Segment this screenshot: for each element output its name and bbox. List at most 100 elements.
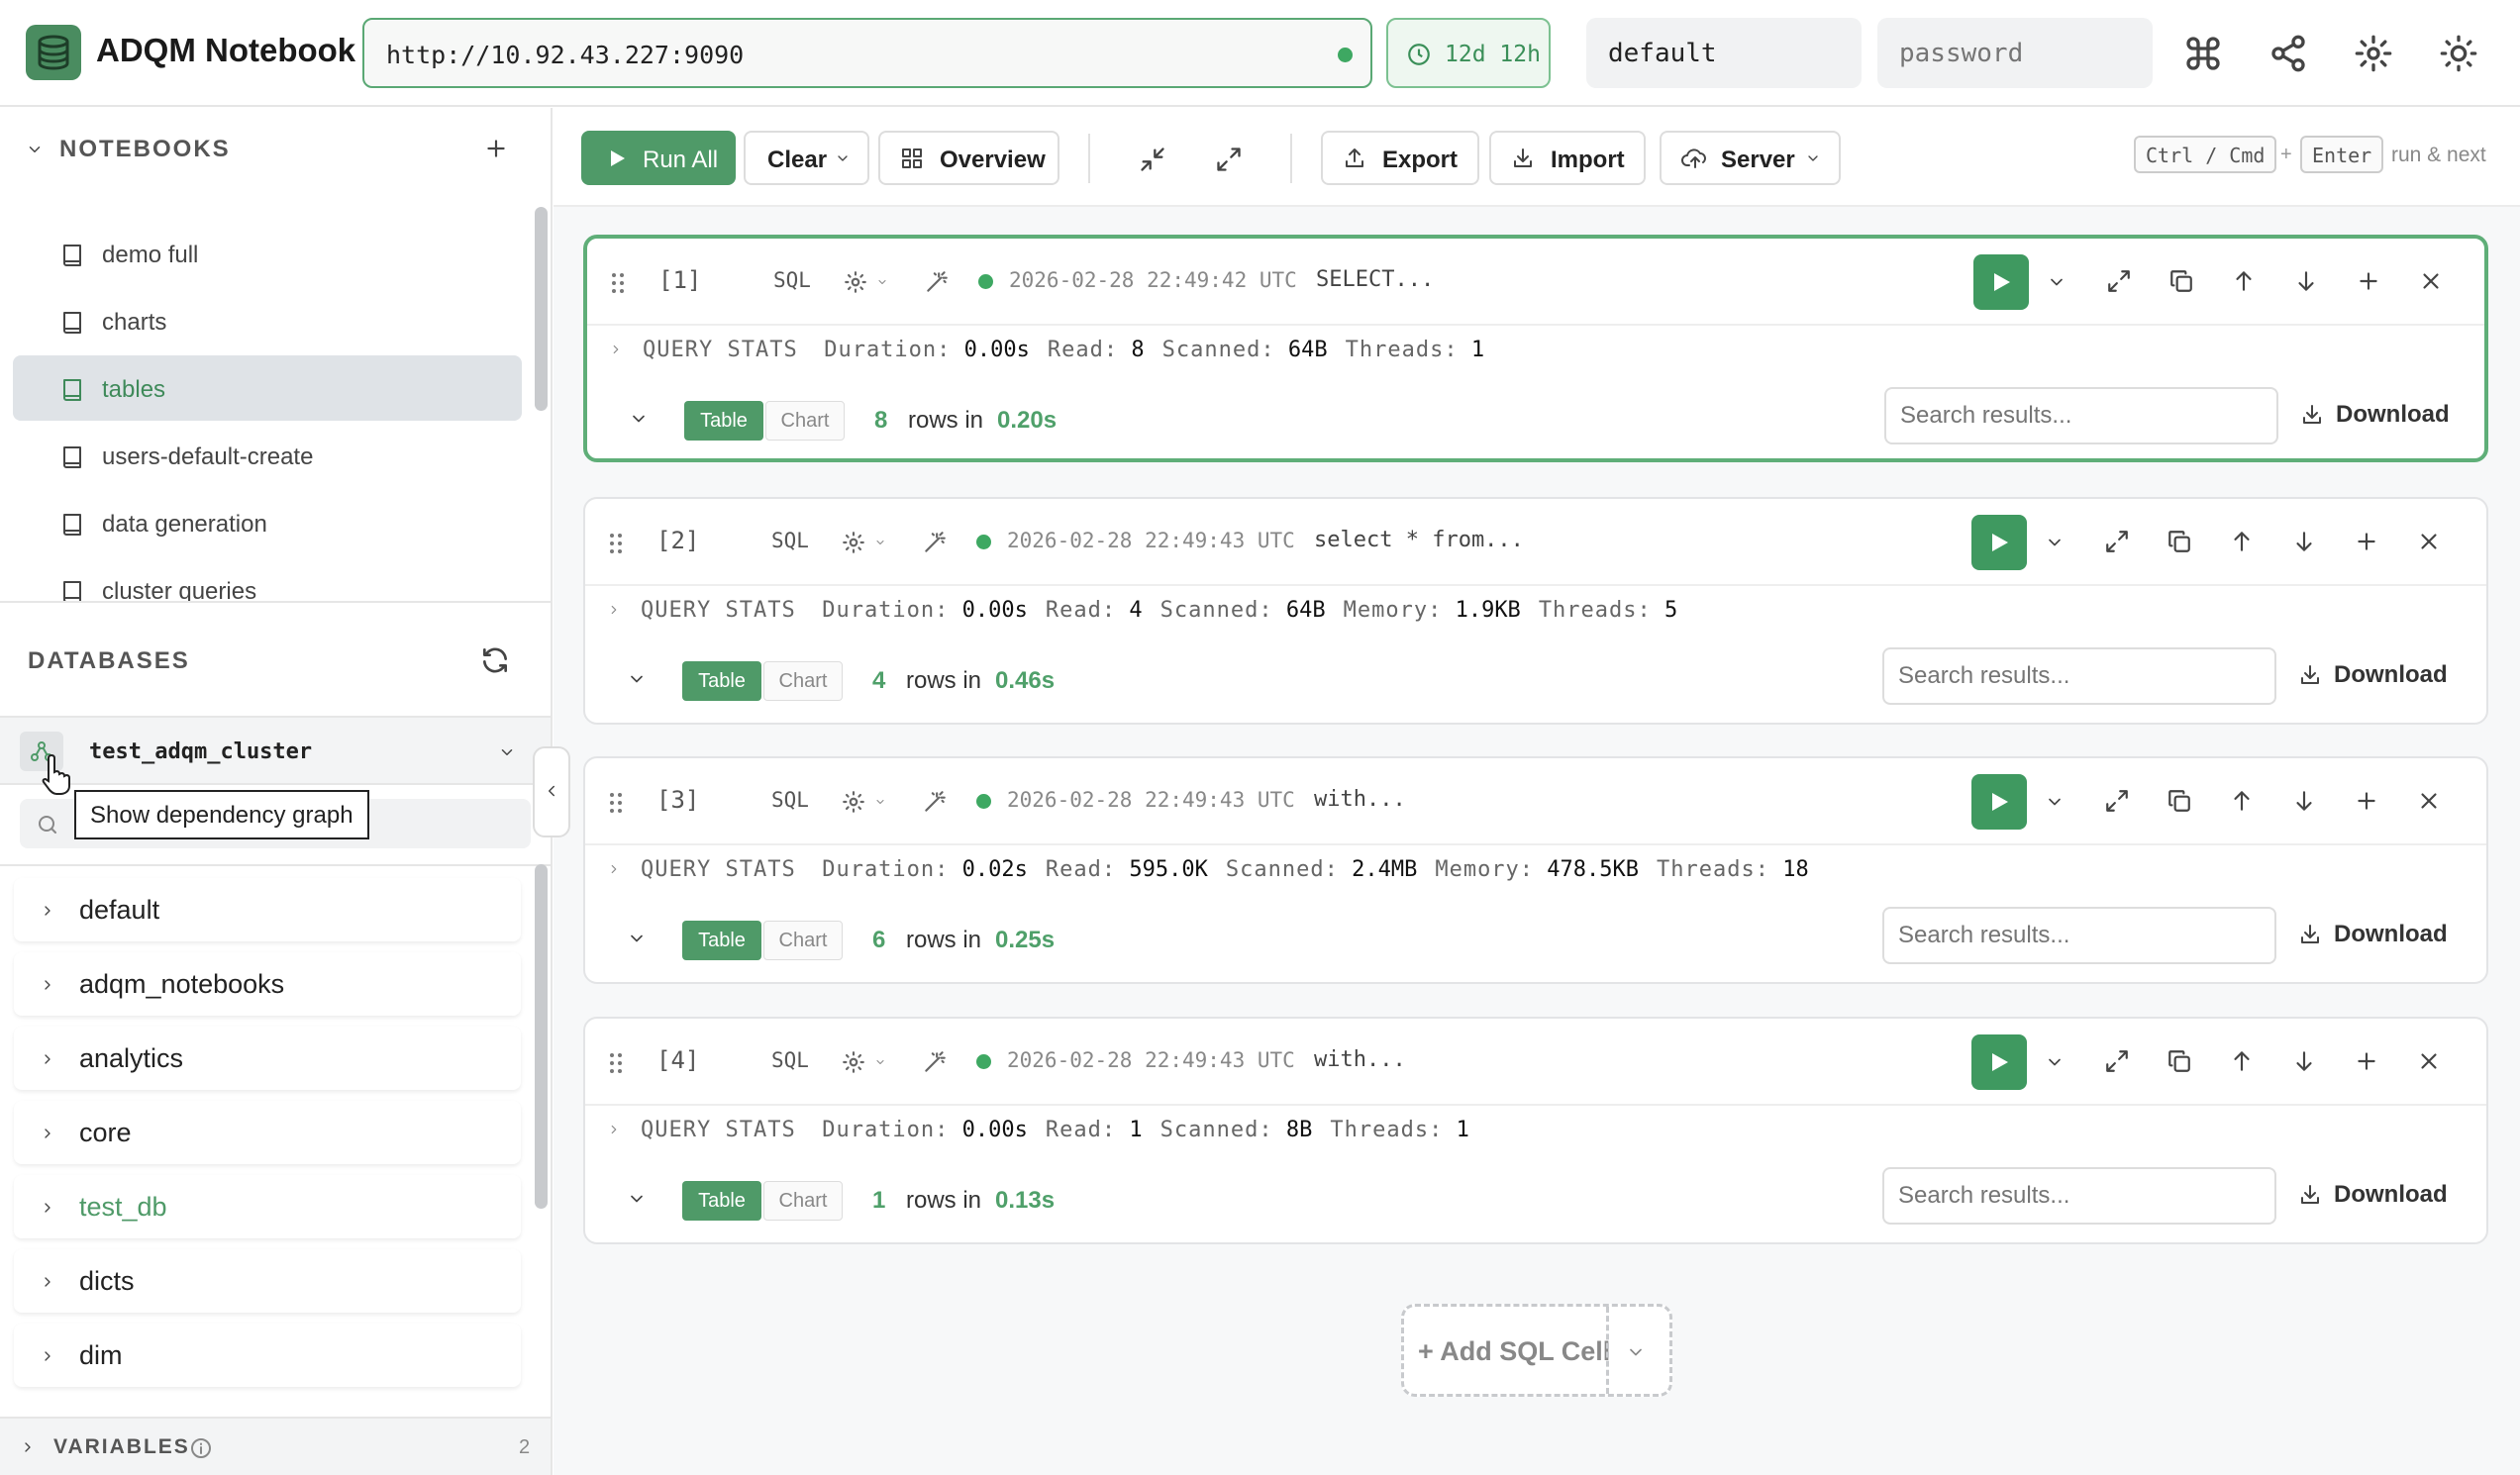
overview-button[interactable]: Overview (878, 131, 1059, 185)
query-stats[interactable]: QUERY STATS Duration: 0.00s Read: 8 Scanne… (643, 338, 1502, 362)
chart-view-toggle[interactable]: Chart (765, 401, 845, 441)
chevron-right-icon[interactable] (607, 1122, 621, 1137)
cell-settings-icon[interactable] (841, 1049, 866, 1075)
database-item[interactable]: core (14, 1101, 521, 1164)
drag-handle-icon[interactable] (609, 792, 623, 814)
notebook-cell[interactable]: [2] SQL 2026-02-28 22:49:43 UTC select *… (583, 497, 2488, 725)
chevron-down-icon[interactable] (874, 796, 886, 808)
databases-scrollbar[interactable] (535, 864, 548, 1209)
query-stats[interactable]: QUERY STATS Duration: 0.00s Read: 1 Scanne… (641, 1118, 1487, 1142)
cell-settings-icon[interactable] (841, 530, 866, 555)
cell-settings-icon[interactable] (841, 789, 866, 815)
search-results-input[interactable] (1882, 907, 2276, 964)
move-up-icon[interactable] (2229, 1048, 2255, 1074)
add-cell-below-icon[interactable] (2356, 268, 2381, 294)
variables-header[interactable]: VARIABLES 2 (0, 1417, 551, 1475)
chevron-down-icon[interactable] (627, 929, 647, 948)
move-down-icon[interactable] (2291, 1048, 2317, 1074)
chevron-down-icon[interactable] (2045, 533, 2065, 552)
table-view-toggle[interactable]: Table (682, 661, 761, 701)
move-down-icon[interactable] (2293, 268, 2319, 294)
notebook-cell[interactable]: [3] SQL 2026-02-28 22:49:43 UTC with... … (583, 756, 2488, 984)
database-item[interactable]: default (14, 878, 521, 941)
magic-wand-icon[interactable] (922, 789, 948, 815)
run-cell-button[interactable] (1971, 774, 2027, 830)
database-item[interactable]: dim (14, 1324, 521, 1387)
notebook-cell[interactable]: [4] SQL 2026-02-28 22:49:43 UTC with... … (583, 1017, 2488, 1244)
chevron-down-icon[interactable] (2045, 1052, 2065, 1072)
password-input[interactable] (1877, 18, 2153, 88)
delete-cell-icon[interactable] (2416, 1048, 2442, 1074)
cell-sql-preview[interactable]: with... (1314, 1047, 1406, 1072)
notebook-cell[interactable]: [1] SQL 2026-02-28 22:49:42 UTC SELECT..… (583, 235, 2488, 462)
chevron-right-icon[interactable] (607, 602, 621, 618)
add-cell-below-icon[interactable] (2354, 529, 2379, 554)
chevron-down-icon[interactable] (627, 669, 647, 689)
run-cell-button[interactable] (1973, 254, 2029, 310)
import-button[interactable]: Import (1489, 131, 1646, 185)
collapse-all-icon[interactable] (1139, 146, 1166, 173)
add-sql-cell-button[interactable]: + Add SQL Cell (1401, 1304, 1672, 1397)
expand-icon[interactable] (2104, 1048, 2130, 1074)
magic-wand-icon[interactable] (922, 1049, 948, 1075)
delete-cell-icon[interactable] (2416, 788, 2442, 814)
database-item[interactable]: adqm_notebooks (14, 952, 521, 1016)
search-results-input[interactable] (1882, 1167, 2276, 1225)
move-up-icon[interactable] (2229, 788, 2255, 814)
add-cell-below-icon[interactable] (2354, 1048, 2379, 1074)
drag-handle-icon[interactable] (611, 272, 625, 294)
collapse-sidebar-button[interactable] (533, 746, 570, 837)
add-notebook-icon[interactable] (483, 136, 509, 161)
run-cell-button[interactable] (1971, 1034, 2027, 1090)
chart-view-toggle[interactable]: Chart (763, 1181, 843, 1221)
search-results-input[interactable] (1882, 647, 2276, 705)
run-cell-button[interactable] (1971, 515, 2027, 570)
drag-handle-icon[interactable] (609, 1052, 623, 1074)
gear-icon[interactable] (2354, 34, 2393, 73)
cell-sql-preview[interactable]: SELECT... (1316, 267, 1434, 292)
notebook-item-active[interactable]: tables (13, 355, 522, 421)
uptime-badge[interactable]: 12d 12h (1386, 18, 1551, 88)
copy-icon[interactable] (2168, 268, 2194, 294)
move-down-icon[interactable] (2291, 529, 2317, 554)
notebook-item[interactable]: demo full (13, 221, 522, 286)
chevron-down-icon[interactable] (26, 141, 44, 158)
cell-sql-preview[interactable]: select * from... (1314, 528, 1524, 552)
search-results-input[interactable] (1884, 387, 2278, 444)
notebook-item[interactable]: charts (13, 288, 522, 353)
delete-cell-icon[interactable] (2418, 268, 2444, 294)
database-item[interactable]: dicts (14, 1249, 521, 1313)
chart-view-toggle[interactable]: Chart (763, 661, 843, 701)
chevron-down-icon[interactable] (876, 276, 888, 288)
chevron-down-icon[interactable] (2047, 272, 2066, 292)
chevron-down-icon[interactable] (627, 1189, 647, 1209)
username-input[interactable] (1586, 18, 1862, 88)
expand-icon[interactable] (2106, 268, 2132, 294)
run-all-button[interactable]: Run All (581, 131, 736, 185)
move-up-icon[interactable] (2231, 268, 2257, 294)
expand-icon[interactable] (2104, 788, 2130, 814)
cluster-selector[interactable]: test_adqm_cluster (0, 716, 551, 785)
table-view-toggle[interactable]: Table (684, 401, 763, 441)
query-stats[interactable]: QUERY STATS Duration: 0.02s Read: 595.0K S… (641, 857, 1827, 882)
expand-all-icon[interactable] (1215, 146, 1243, 173)
delete-cell-icon[interactable] (2416, 529, 2442, 554)
share-icon[interactable] (2268, 34, 2308, 73)
add-cell-below-icon[interactable] (2354, 788, 2379, 814)
notebooks-header[interactable]: NOTEBOOKS (0, 108, 551, 187)
chevron-right-icon[interactable] (609, 342, 623, 357)
chevron-down-icon[interactable] (498, 743, 516, 761)
chart-view-toggle[interactable]: Chart (763, 921, 843, 960)
cell-settings-icon[interactable] (843, 269, 868, 295)
chevron-down-icon[interactable] (1626, 1342, 1646, 1362)
move-up-icon[interactable] (2229, 529, 2255, 554)
chevron-down-icon[interactable] (2045, 792, 2065, 812)
chevron-down-icon[interactable] (629, 409, 649, 429)
copy-icon[interactable] (2167, 788, 2192, 814)
refresh-icon[interactable] (479, 644, 511, 676)
server-button[interactable]: Server (1660, 131, 1841, 185)
database-item-highlighted[interactable]: test_db (14, 1175, 521, 1238)
server-url-field[interactable]: http://10.92.43.227:9090 (362, 18, 1372, 88)
notebook-item[interactable]: data generation (13, 490, 522, 555)
table-view-toggle[interactable]: Table (682, 1181, 761, 1221)
